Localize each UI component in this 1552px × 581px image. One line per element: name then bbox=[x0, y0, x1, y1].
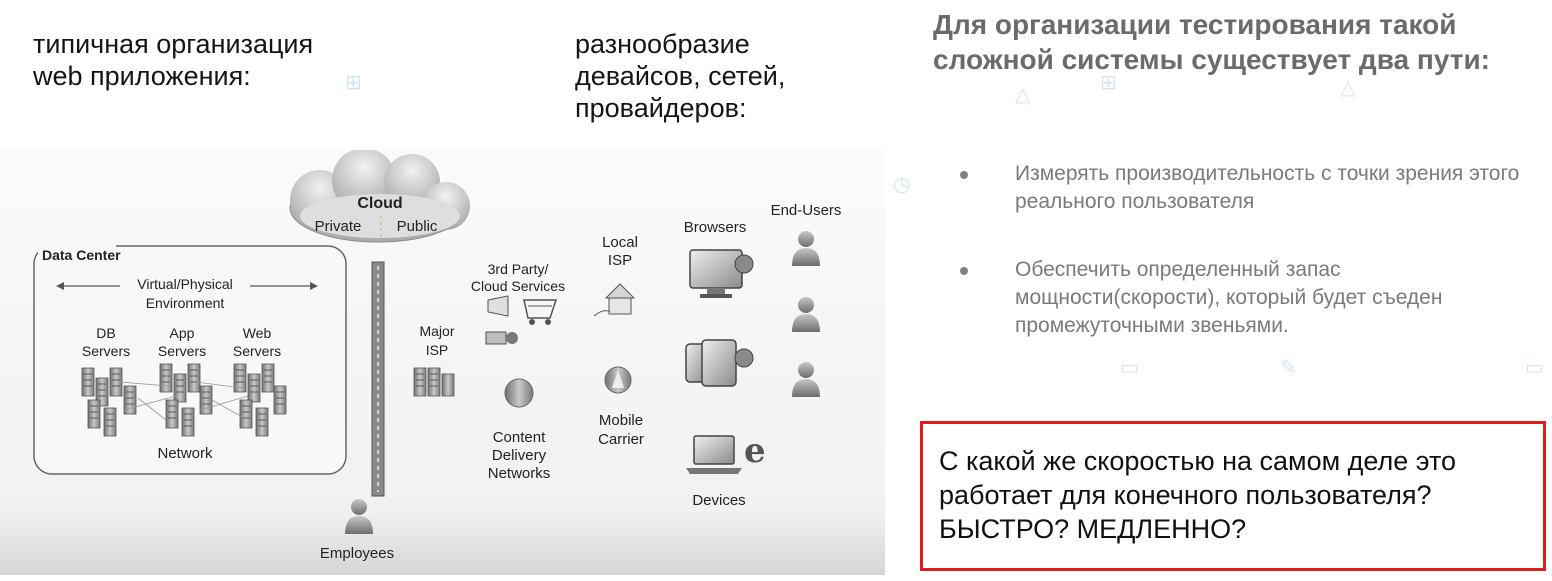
major-isp-label-2: ISP bbox=[426, 342, 449, 358]
section-heading: Для организации тестирования такой сложн… bbox=[933, 9, 1490, 75]
bullet-icon bbox=[960, 267, 968, 275]
list-item-text: Измерять производительность с точки зрен… bbox=[1015, 162, 1520, 213]
watermark-icon: △ bbox=[1340, 77, 1356, 99]
watermark-icon: △ bbox=[1015, 84, 1031, 106]
list-item-text: Обеспечить определенный запас мощности(с… bbox=[1015, 258, 1443, 337]
bullet-icon bbox=[960, 171, 968, 179]
cdn-label-3: Networks bbox=[488, 465, 551, 482]
cdn-globe-icon bbox=[504, 378, 534, 408]
cdn-label-2: Delivery bbox=[492, 447, 547, 464]
watermark-icon: ⊞ bbox=[345, 72, 362, 94]
environment-label: Environment bbox=[146, 295, 225, 311]
list-item: Обеспечить определенный запас мощности(с… bbox=[955, 256, 1535, 340]
app-servers-label-1: App bbox=[170, 325, 195, 341]
mobile-carrier-label-2: Carrier bbox=[598, 431, 644, 448]
web-servers-label-2: Servers bbox=[233, 343, 281, 359]
caption-device-diversity: разнообразие девайсов, сетей, провайдеро… bbox=[575, 29, 786, 123]
question-callout: С какой же скоростью на самом деле это р… bbox=[920, 421, 1546, 571]
local-isp-label-2: ISP bbox=[608, 252, 632, 269]
list-item: Измерять производительность с точки зрен… bbox=[955, 160, 1535, 216]
app-servers-label-2: Servers bbox=[158, 343, 206, 359]
virtual-physical-label: Virtual/Physical bbox=[137, 276, 232, 292]
network-label: Network bbox=[157, 445, 213, 462]
end-users-label: End-Users bbox=[771, 202, 842, 219]
cloud-private-label: Private bbox=[315, 218, 362, 235]
cloud-title: Cloud bbox=[357, 195, 402, 212]
architecture-diagram: Data Center Virtual/Physical Environment… bbox=[0, 150, 885, 575]
caption-web-app-organization: типичная организация web приложения: bbox=[33, 29, 314, 91]
third-party-label-2: Cloud Services bbox=[471, 278, 565, 294]
db-servers-label-1: DB bbox=[96, 325, 115, 341]
cloud-public-label: Public bbox=[397, 218, 438, 235]
mobile-carrier-label-1: Mobile bbox=[599, 412, 643, 429]
browsers-label: Browsers bbox=[684, 219, 747, 236]
local-isp-label-1: Local bbox=[602, 234, 638, 251]
major-isp-label-1: Major bbox=[419, 323, 454, 339]
devices-label: Devices bbox=[692, 492, 745, 509]
db-servers-label-2: Servers bbox=[82, 343, 130, 359]
web-servers-label-1: Web bbox=[243, 325, 272, 341]
approaches-list: Измерять производительность с точки зрен… bbox=[955, 160, 1535, 380]
third-party-label-1: 3rd Party/ bbox=[488, 261, 549, 277]
cdn-label-1: Content bbox=[493, 429, 546, 446]
watermark-icon: ◷ bbox=[893, 174, 911, 196]
employees-label: Employees bbox=[320, 545, 394, 562]
mobile-carrier-icon bbox=[604, 366, 632, 394]
data-center-title: Data Center bbox=[42, 247, 121, 263]
svg-text:e: e bbox=[744, 431, 766, 471]
